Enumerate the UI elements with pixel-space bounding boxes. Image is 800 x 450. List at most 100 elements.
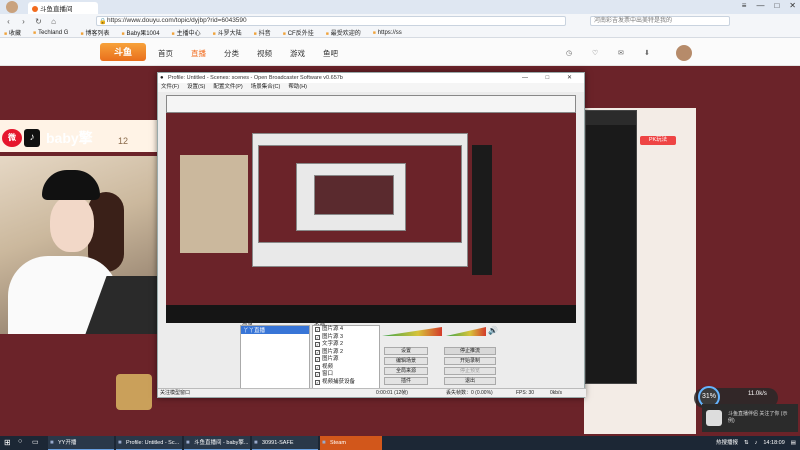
search-icon[interactable]: ○ xyxy=(18,438,22,445)
taskbar: ⊞ ○ ▭ YY开播 Profile: Untitled - Sc... 斗鱼直… xyxy=(0,436,800,450)
bookmark-item[interactable]: 抖音 xyxy=(254,28,271,37)
douyu-logo[interactable]: 斗鱼 xyxy=(100,43,146,61)
source-item[interactable]: ✓ 图片源 xyxy=(313,356,379,364)
scenes-list[interactable]: 丫丫直播 xyxy=(240,325,310,389)
taskbar-item-steam[interactable]: Steam xyxy=(320,436,382,450)
nav-fishbar[interactable]: 鱼吧 xyxy=(323,48,338,59)
stop-preview-button[interactable]: 停止预览 xyxy=(444,367,496,375)
nav-games[interactable]: 游戏 xyxy=(290,48,305,59)
dark-app-titlebar xyxy=(586,111,636,125)
bookmark-item[interactable]: Techland G xyxy=(33,30,68,36)
bookmark-item[interactable]: 斗罗大陆 xyxy=(213,28,242,37)
taskbar-item-yy[interactable]: YY开播 xyxy=(48,436,114,450)
checkbox-icon[interactable]: ✓ xyxy=(315,327,320,333)
tray-text[interactable]: 热搜播报 xyxy=(716,436,738,450)
lock-icon: 🔒 xyxy=(99,19,107,25)
dark-app-window[interactable] xyxy=(585,110,637,384)
checkbox-icon[interactable]: ✓ xyxy=(315,372,320,378)
checkbox-icon[interactable]: ✓ xyxy=(315,357,320,363)
bookmark-item[interactable]: https://ss xyxy=(373,30,402,36)
bookmark-item[interactable]: Baby果1004 xyxy=(121,28,160,37)
browser-profile-avatar[interactable] xyxy=(6,1,18,13)
clock[interactable]: 14:18:09 xyxy=(763,436,784,450)
source-label: 视频 xyxy=(322,363,334,370)
status-dropped: 丢失帧数：0 (0.00%) xyxy=(446,390,493,396)
obs-menu-scenes[interactable]: 场景集合(C) xyxy=(251,83,281,92)
refresh-icon[interactable]: ↻ xyxy=(34,17,43,26)
face-shape xyxy=(50,196,94,252)
source-item[interactable]: ✓ 图片源 4 xyxy=(313,326,379,334)
maximize-icon[interactable]: □ xyxy=(774,1,779,10)
taskbar-item-safe[interactable]: 30991-SAFE xyxy=(252,436,318,450)
taskbar-item-obs[interactable]: Profile: Untitled - Sc... xyxy=(116,436,182,450)
taskbar-item-browser[interactable]: 斗鱼直播间 - baby擎... xyxy=(184,436,250,450)
source-item[interactable]: ✓ 视频 xyxy=(313,364,379,372)
speaker-icon[interactable]: 🔊 xyxy=(488,326,498,335)
history-icon[interactable]: ◷ xyxy=(566,49,572,57)
nav-video[interactable]: 视频 xyxy=(257,48,272,59)
notification-toast[interactable]: 斗鱼直播伴侣 关注了你 (示例) xyxy=(702,404,798,432)
sources-list[interactable]: ✓ 图片源 4 ✓ 图片源 3 ✓ 文字源 2 ✓ 图片源 2 ✓ 图片源 ✓ 视频 ✓ 窗口… xyxy=(312,325,380,389)
forward-icon[interactable]: › xyxy=(19,17,28,26)
checkbox-icon[interactable]: ✓ xyxy=(315,334,320,340)
windows-start-icon[interactable]: ⊞ xyxy=(4,439,11,447)
pk-badge[interactable]: PK玩法 xyxy=(640,136,676,145)
source-item[interactable]: ✓ 视频捕获设备 xyxy=(313,379,379,387)
bookmark-item[interactable]: 主播中心 xyxy=(172,28,201,37)
obs-menu-profile[interactable]: 配置文件(P) xyxy=(213,83,242,92)
start-record-button[interactable]: 开始录制 xyxy=(444,357,496,365)
checkbox-icon[interactable]: ✓ xyxy=(315,349,320,355)
obs-menu-file[interactable]: 文件(F) xyxy=(161,83,179,92)
obs-menu-settings[interactable]: 设置(S) xyxy=(187,83,205,92)
address-bar[interactable]: 🔒 https://www.douyu.com/topic/dyjbp?rid=… xyxy=(96,16,566,26)
room-count: 12 xyxy=(118,136,129,146)
network-icon[interactable]: ⇅ xyxy=(744,436,749,450)
source-label: 图片源 2 xyxy=(322,348,344,355)
home-icon[interactable]: ⌂ xyxy=(49,17,58,26)
nav-category[interactable]: 分类 xyxy=(224,48,239,59)
obs-menu-help[interactable]: 帮助(H) xyxy=(288,83,307,92)
notification-icon[interactable]: ▤ xyxy=(791,436,796,450)
user-avatar[interactable] xyxy=(676,45,692,61)
browser-tab[interactable]: 斗鱼直播间 xyxy=(28,2,98,14)
source-item[interactable]: ✓ 文字源 2 xyxy=(313,341,379,349)
system-tray: 热搜播报 ⇅ ♪ 14:18:09 ▤ xyxy=(716,436,796,450)
nested-preview-2 xyxy=(314,175,394,215)
follow-icon[interactable]: ♡ xyxy=(592,49,598,57)
message-icon[interactable]: ✉ xyxy=(618,49,624,57)
bookmark-item[interactable]: 最受欢迎的 xyxy=(326,28,361,37)
scene-item[interactable]: 丫丫直播 xyxy=(241,326,309,334)
close-icon[interactable]: ✕ xyxy=(789,1,796,10)
nav-home[interactable]: 首页 xyxy=(158,48,173,59)
status-time: 0:00:01 (12帧) xyxy=(376,390,408,396)
nav-live[interactable]: 直播 xyxy=(191,48,206,59)
source-item[interactable]: ✓ 图片源 3 xyxy=(313,334,379,342)
checkbox-icon[interactable]: ✓ xyxy=(315,364,320,370)
download-icon[interactable]: ⬇ xyxy=(644,49,650,57)
edit-scene-button[interactable]: 编辑场景 xyxy=(384,357,428,365)
source-label: 图片源 xyxy=(322,356,339,362)
task-view-icon[interactable]: ▭ xyxy=(32,438,39,446)
bookmark-item[interactable]: 博客列表 xyxy=(80,28,109,37)
menu-icon[interactable]: ≡ xyxy=(742,1,747,10)
source-item[interactable]: ✓ 窗口 xyxy=(313,371,379,379)
minimize-icon[interactable]: — xyxy=(756,1,764,10)
bookmark-item[interactable]: CF反外挂 xyxy=(283,28,314,37)
checkbox-icon[interactable]: ✓ xyxy=(315,342,320,348)
bookmark-item[interactable]: 收藏 xyxy=(4,28,21,37)
source-label: 图片源 4 xyxy=(322,326,344,332)
volume-icon[interactable]: ♪ xyxy=(755,436,758,450)
obs-preview[interactable] xyxy=(166,95,576,323)
exit-button[interactable]: 退出 xyxy=(444,377,496,385)
obs-window-controls[interactable]: — □ ✕ xyxy=(522,73,580,83)
checkbox-icon[interactable]: ✓ xyxy=(315,379,320,385)
gift-box[interactable] xyxy=(116,374,152,410)
browser-search-input[interactable]: 河南彩吉发票中出美特是我的 xyxy=(590,16,730,26)
status-bitrate: 0kb/s xyxy=(550,390,562,396)
global-sources-button[interactable]: 全局来源 xyxy=(384,367,428,375)
stop-stream-button[interactable]: 停止推流 xyxy=(444,347,496,355)
settings-button[interactable]: 设置 xyxy=(384,347,428,355)
back-icon[interactable]: ‹ xyxy=(4,17,13,26)
source-item[interactable]: ✓ 图片源 2 xyxy=(313,349,379,357)
plugins-button[interactable]: 插件 xyxy=(384,377,428,385)
